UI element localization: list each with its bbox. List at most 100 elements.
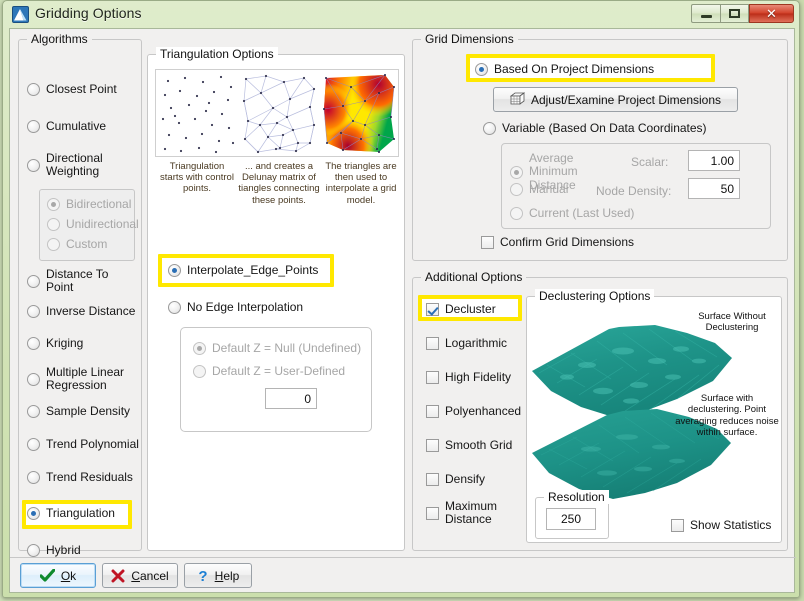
additional-options-legend: Additional Options [421, 270, 527, 284]
cancel-rest: ancel [139, 568, 169, 583]
option-smooth-grid[interactable]: Smooth Grid [426, 438, 512, 453]
radio-kriging[interactable] [27, 337, 40, 351]
algorithm-cumulative[interactable]: Cumulative [27, 119, 106, 134]
ok-button[interactable]: Ok [20, 563, 96, 588]
checkbox-maximum-distance[interactable] [426, 506, 439, 520]
option-label: Confirm Grid Dimensions [500, 235, 635, 249]
checkbox-logarithmic[interactable] [426, 337, 439, 351]
algorithm-distance-to-point[interactable]: Distance To Point [27, 267, 133, 295]
algorithm-hybrid[interactable]: Hybrid [27, 543, 81, 558]
close-button[interactable]: ✕ [749, 4, 794, 23]
checkbox-densify[interactable] [426, 473, 439, 487]
annotation-surface-with-declustering: Surface with declustering. Point averagi… [675, 393, 779, 439]
suboption-label: Custom [66, 237, 108, 251]
radio-directional-weighting[interactable] [27, 158, 40, 172]
algorithm-label: Closest Point [46, 82, 117, 96]
algorithm-trend-polynomial[interactable]: Trend Polynomial [27, 437, 139, 452]
radio-custom [47, 238, 60, 252]
cancel-button[interactable]: Cancel [102, 563, 178, 588]
illustration-caption-2: ... and creates a Delunay matrix of tian… [238, 161, 320, 206]
option-logarithmic[interactable]: Logarithmic [426, 336, 507, 351]
algorithm-directional-weighting[interactable]: Directional Weighting [27, 151, 133, 179]
option-interpolate-edge-points[interactable]: Interpolate_Edge_Points [168, 263, 319, 278]
option-high-fidelity[interactable]: High Fidelity [426, 370, 511, 385]
triangulation-illustration-strip [155, 69, 399, 157]
algorithm-kriging[interactable]: Kriging [27, 336, 83, 351]
option-label: Default Z = User-Defined [212, 364, 346, 378]
cancel-mnemonic: C [131, 568, 140, 583]
help-button[interactable]: ? Help [184, 563, 252, 588]
adjust-examine-project-dimensions-button[interactable]: Adjust/Examine Project Dimensions [493, 87, 738, 112]
minimize-button[interactable] [691, 4, 720, 23]
window-title: Gridding Options [35, 5, 142, 21]
radio-closest-point[interactable] [27, 83, 40, 97]
resolution-group: Resolution 250 [535, 490, 609, 539]
radio-variable-data-coordinates[interactable] [483, 122, 496, 136]
option-based-on-project-dimensions[interactable]: Based On Project Dimensions [475, 62, 654, 77]
option-current-last-used: Current (Last Used) [510, 206, 635, 221]
checkbox-smooth-grid[interactable] [426, 439, 439, 453]
checkbox-decluster[interactable] [426, 303, 439, 317]
radio-cumulative[interactable] [27, 120, 40, 134]
checkbox-high-fidelity[interactable] [426, 371, 439, 385]
suboption-label: Unidirectional [66, 217, 139, 231]
option-label: Manual [529, 182, 569, 196]
algorithm-trend-residuals[interactable]: Trend Residuals [27, 470, 133, 485]
checkbox-polyenhanced[interactable] [426, 405, 439, 419]
radio-default-z-null [193, 342, 206, 356]
algorithm-inverse-distance[interactable]: Inverse Distance [27, 304, 136, 319]
radio-trend-polynomial[interactable] [27, 438, 40, 452]
maximize-button[interactable] [720, 4, 749, 23]
default-z-value-input[interactable]: 0 [265, 388, 317, 409]
help-rest: elp [223, 568, 240, 583]
algorithm-triangulation[interactable]: Triangulation [27, 506, 115, 521]
radio-triangulation[interactable] [27, 507, 40, 521]
variable-suboptions-group: Average Minimum Distance Manual Current … [501, 143, 771, 229]
radio-interpolate-edge-points[interactable] [168, 264, 181, 278]
algorithm-multiple-linear-regression[interactable]: Multiple Linear Regression [27, 365, 135, 393]
scalar-input[interactable]: 1.00 [688, 150, 740, 171]
cancel-label: Cancel [131, 569, 168, 583]
title-bar[interactable]: Gridding Options ✕ [3, 1, 799, 28]
algorithm-label: Triangulation [46, 506, 115, 520]
option-polyenhanced[interactable]: Polyenhanced [426, 404, 521, 419]
radio-bidirectional [47, 198, 60, 212]
radio-distance-to-point[interactable] [27, 274, 40, 288]
option-variable-data-coordinates[interactable]: Variable (Based On Data Coordinates) [483, 121, 707, 136]
algorithm-closest-point[interactable]: Closest Point [27, 82, 117, 97]
option-label: Default Z = Null (Undefined) [212, 341, 362, 355]
algorithm-label: Trend Residuals [46, 470, 133, 484]
option-confirm-grid-dimensions[interactable]: Confirm Grid Dimensions [481, 235, 635, 250]
algorithm-sample-density[interactable]: Sample Density [27, 404, 130, 419]
node-density-input[interactable]: 50 [688, 178, 740, 199]
maximize-icon [729, 9, 740, 18]
checkbox-confirm-grid-dimensions[interactable] [481, 236, 494, 250]
algorithm-label: Inverse Distance [46, 304, 136, 318]
option-decluster[interactable]: Decluster [426, 302, 496, 317]
suboption-bidirectional: Bidirectional [47, 197, 131, 212]
radio-manual [510, 183, 523, 197]
delaunay-mesh-thumbnail [240, 73, 318, 155]
triangulation-options-group: Triangulation Options Triangulation star… [147, 47, 405, 551]
option-no-edge-interpolation[interactable]: No Edge Interpolation [168, 300, 303, 315]
option-densify[interactable]: Densify [426, 472, 485, 487]
radio-inverse-distance[interactable] [27, 305, 40, 319]
radio-trend-residuals[interactable] [27, 471, 40, 485]
x-icon [111, 569, 125, 582]
algorithms-legend: Algorithms [27, 32, 92, 46]
algorithm-label: Hybrid [46, 543, 81, 557]
radio-hybrid[interactable] [27, 544, 40, 558]
option-show-statistics[interactable]: Show Statistics [671, 518, 771, 533]
option-default-z-user-defined: Default Z = User-Defined [193, 364, 346, 379]
resolution-input[interactable]: 250 [546, 508, 596, 530]
radio-no-edge-interpolation[interactable] [168, 301, 181, 315]
radio-sample-density[interactable] [27, 405, 40, 419]
radio-based-on-project-dimensions[interactable] [475, 63, 488, 77]
option-maximum-distance[interactable]: Maximum Distance [426, 499, 518, 527]
option-label: Current (Last Used) [529, 206, 635, 220]
radio-multiple-linear-regression[interactable] [27, 372, 40, 386]
option-label: Interpolate_Edge_Points [187, 263, 319, 277]
checkbox-show-statistics[interactable] [671, 519, 684, 533]
radio-default-z-user-defined [193, 365, 206, 379]
gridding-options-window: Gridding Options ✕ Algorithms Closest Po… [2, 0, 800, 598]
